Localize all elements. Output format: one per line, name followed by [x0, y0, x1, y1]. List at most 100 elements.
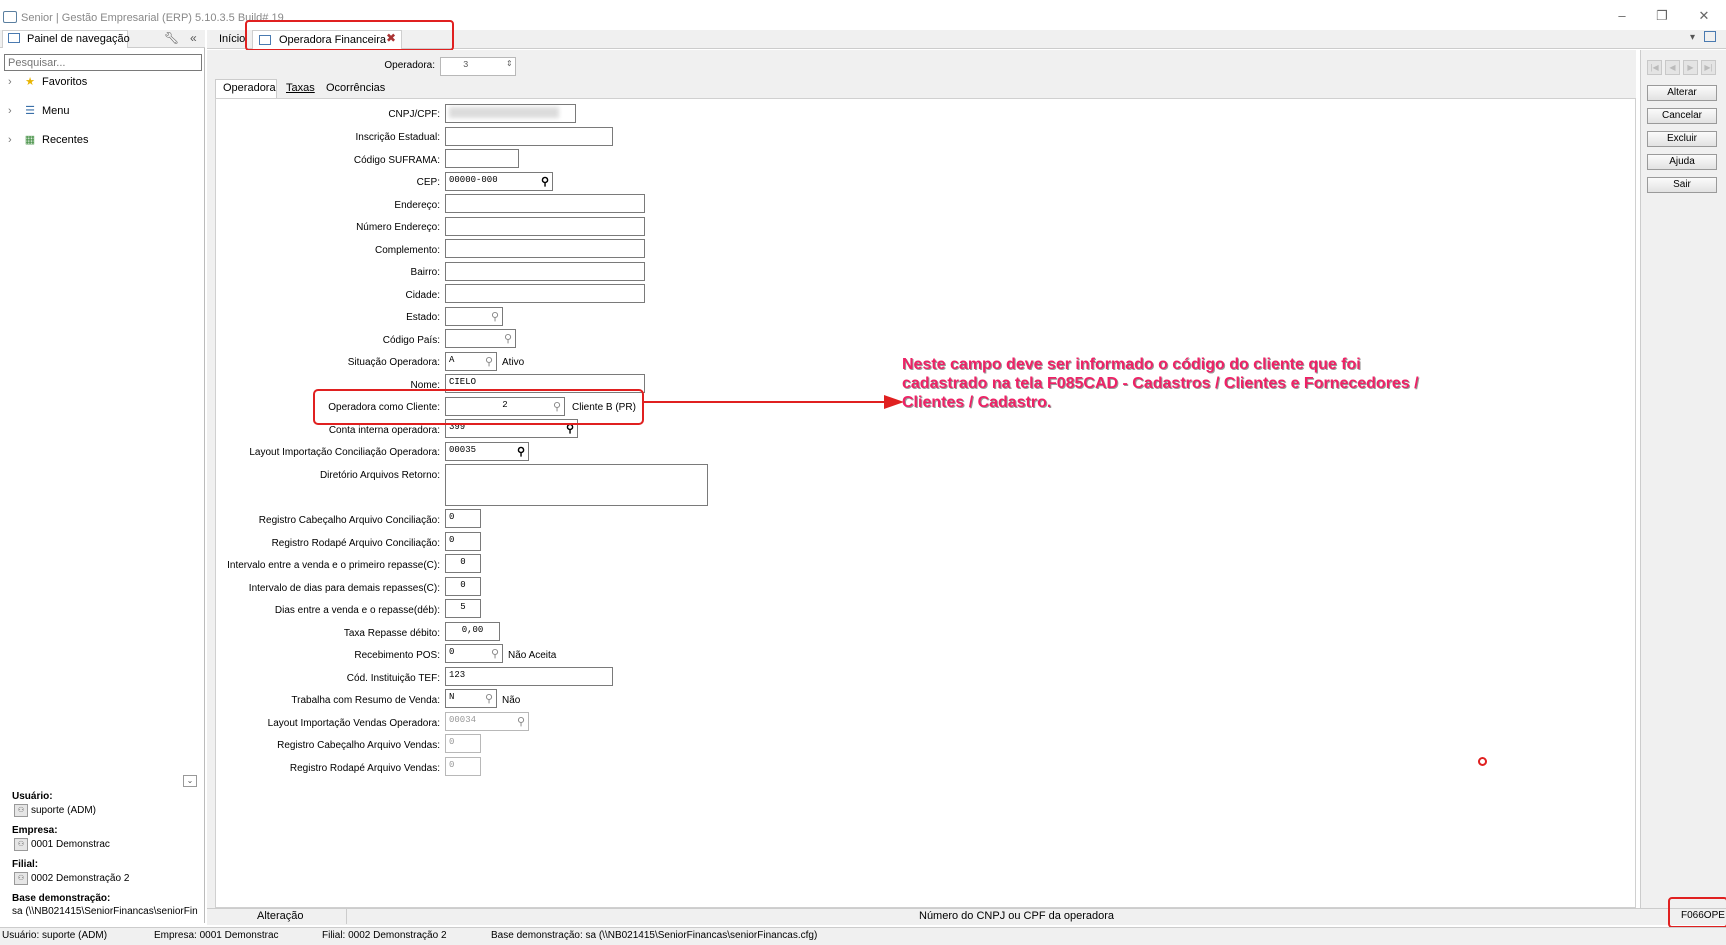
estado-field[interactable]: ⚲ [445, 307, 503, 326]
alterar-button[interactable]: Alterar [1647, 85, 1717, 101]
screen-code-highlight-box [1668, 897, 1726, 928]
reg-cab-vendas-field[interactable]: 0 [445, 734, 481, 753]
nav-item-menu[interactable]: › ☰ Menu [8, 104, 70, 122]
numero-endereco-field[interactable] [445, 217, 645, 236]
nav-item-label: Recentes [42, 134, 89, 146]
empresa-label: Empresa: [12, 825, 58, 836]
intervalo-primeiro-label: Intervalo entre a venda e o primeiro rep… [227, 560, 440, 571]
annotation-text: Neste campo deve ser informado o código … [902, 356, 1419, 411]
panel-icon [8, 33, 20, 43]
status-divider [346, 908, 347, 924]
complemento-label: Complemento: [374, 245, 440, 256]
endereco-label: Endereço: [394, 200, 440, 211]
search-icon[interactable]: ⚲ [504, 332, 512, 346]
search-icon[interactable]: ⚲ [517, 715, 525, 729]
suframa-field[interactable] [445, 149, 519, 168]
inscricao-estadual-label: Inscrição Estadual: [355, 132, 441, 143]
tab-highlight-box [245, 20, 454, 51]
company-icon: ⚇ [14, 838, 28, 851]
complemento-field[interactable] [445, 239, 645, 258]
chevron-right-icon: › [8, 105, 12, 117]
nav-panel-tab[interactable]: Painel de navegação [2, 30, 130, 48]
user-box-toggle-icon[interactable]: ⌄ [183, 775, 197, 787]
nav-item-recentes[interactable]: › ▦ Recentes [8, 133, 88, 151]
subtab-ocorrencias[interactable]: Ocorrências [326, 82, 385, 94]
spinner-icon[interactable]: ⇕ [506, 59, 513, 68]
sair-button[interactable]: Sair [1647, 177, 1717, 193]
codigo-pais-field[interactable]: ⚲ [445, 329, 516, 348]
cidade-field[interactable] [445, 284, 645, 303]
user-value: ⚇ suporte (ADM) [14, 804, 96, 817]
diretorio-field[interactable] [445, 464, 708, 506]
search-icon[interactable]: ⚲ [485, 355, 493, 369]
cancelar-button[interactable]: Cancelar [1647, 108, 1717, 124]
nav-item-favoritos[interactable]: › ★ Favoritos [8, 75, 87, 93]
subtab-taxas[interactable]: Taxas [286, 82, 315, 94]
bairro-field[interactable] [445, 262, 645, 281]
excluir-button[interactable]: Excluir [1647, 131, 1717, 147]
search-icon[interactable]: ⚲ [541, 175, 549, 189]
branch-icon: ⚇ [14, 872, 28, 885]
status-hint: Número do CNPJ ou CPF da operadora [919, 910, 1115, 922]
layout-conciliacao-field[interactable]: 00035 ⚲ [445, 442, 529, 461]
maximize-icon[interactable] [1704, 31, 1716, 42]
dias-repasse-field[interactable]: 5 [445, 599, 481, 618]
layout-conciliacao-label: Layout Importação Conciliação Operadora: [249, 447, 440, 458]
situacao-field[interactable]: A ⚲ [445, 352, 497, 371]
next-record-icon[interactable]: ▶ [1683, 60, 1698, 75]
tools-icon[interactable]: 🔧︎ [164, 31, 179, 45]
search-icon[interactable]: ⚲ [485, 692, 493, 706]
search-icon[interactable]: ⚲ [491, 310, 499, 324]
cep-field[interactable]: 00000-000 ⚲ [445, 172, 553, 191]
intervalo-primeiro-field[interactable]: 0 [445, 554, 481, 573]
reg-rod-conc-field[interactable]: 0 [445, 532, 481, 551]
resumo-venda-field[interactable]: N ⚲ [445, 689, 497, 708]
filial-value: ⚇ 0002 Demonstração 2 [14, 872, 129, 885]
operadora-field[interactable]: 3 [440, 57, 516, 76]
status-mode: Alteração [257, 910, 304, 922]
bairro-label: Bairro: [410, 267, 440, 278]
cep-label: CEP: [416, 177, 440, 188]
situacao-desc: Ativo [502, 357, 525, 368]
resumo-venda-desc: Não [502, 695, 521, 706]
ajuda-button[interactable]: Ajuda [1647, 154, 1717, 170]
field-highlight-box [313, 389, 644, 425]
collapse-icon[interactable]: « [190, 31, 197, 45]
taxa-repasse-field[interactable]: 0,00 [445, 622, 500, 641]
base-value: sa (\\NB021415\SeniorFinancas\seniorFin [12, 906, 198, 917]
empresa-value: ⚇ 0001 Demonstrac [14, 838, 110, 851]
layout-vendas-label: Layout Importação Vendas Operadora: [267, 718, 440, 729]
intervalo-demais-field[interactable]: 0 [445, 577, 481, 596]
taxa-repasse-label: Taxa Repasse débito: [343, 628, 440, 639]
suframa-label: Código SUFRAMA: [353, 155, 440, 166]
subtab-operadora[interactable]: Operadora [223, 82, 276, 94]
chevron-down-icon[interactable]: ▾ [1690, 32, 1695, 43]
minimize-icon[interactable]: – [1612, 8, 1632, 24]
footer-empresa: Empresa: 0001 Demonstrac [154, 930, 279, 941]
first-record-icon[interactable]: |◀ [1647, 60, 1662, 75]
cod-tef-field[interactable]: 123 [445, 667, 613, 686]
cnpj-field[interactable] [445, 104, 576, 123]
search-input[interactable] [4, 54, 202, 71]
reg-rod-conc-label: Registro Rodapé Arquivo Conciliação: [271, 538, 440, 549]
operadora-label: Operadora: [384, 60, 435, 71]
last-record-icon[interactable]: ▶| [1701, 60, 1716, 75]
inscricao-estadual-field[interactable] [445, 127, 613, 146]
search-icon[interactable]: ⚲ [517, 445, 525, 459]
recebimento-pos-field[interactable]: 0 ⚲ [445, 644, 503, 663]
search-icon[interactable]: ⚲ [491, 647, 499, 661]
restore-icon[interactable]: ❐ [1652, 8, 1672, 24]
nav-item-label: Menu [42, 105, 70, 117]
prev-record-icon[interactable]: ◀ [1665, 60, 1680, 75]
chevron-right-icon: › [8, 134, 12, 146]
footer-usuario: Usuário: suporte (ADM) [2, 930, 108, 941]
endereco-field[interactable] [445, 194, 645, 213]
star-icon: ★ [25, 76, 35, 88]
layout-vendas-field[interactable]: 00034 ⚲ [445, 712, 529, 731]
codigo-pais-label: Código País: [382, 335, 440, 346]
cod-tef-label: Cód. Instituição TEF: [346, 673, 440, 684]
tab-inicio[interactable]: Início [219, 33, 245, 45]
close-icon[interactable]: ✕ [1694, 8, 1714, 24]
reg-rod-vendas-field[interactable]: 0 [445, 757, 481, 776]
reg-cab-conc-field[interactable]: 0 [445, 509, 481, 528]
